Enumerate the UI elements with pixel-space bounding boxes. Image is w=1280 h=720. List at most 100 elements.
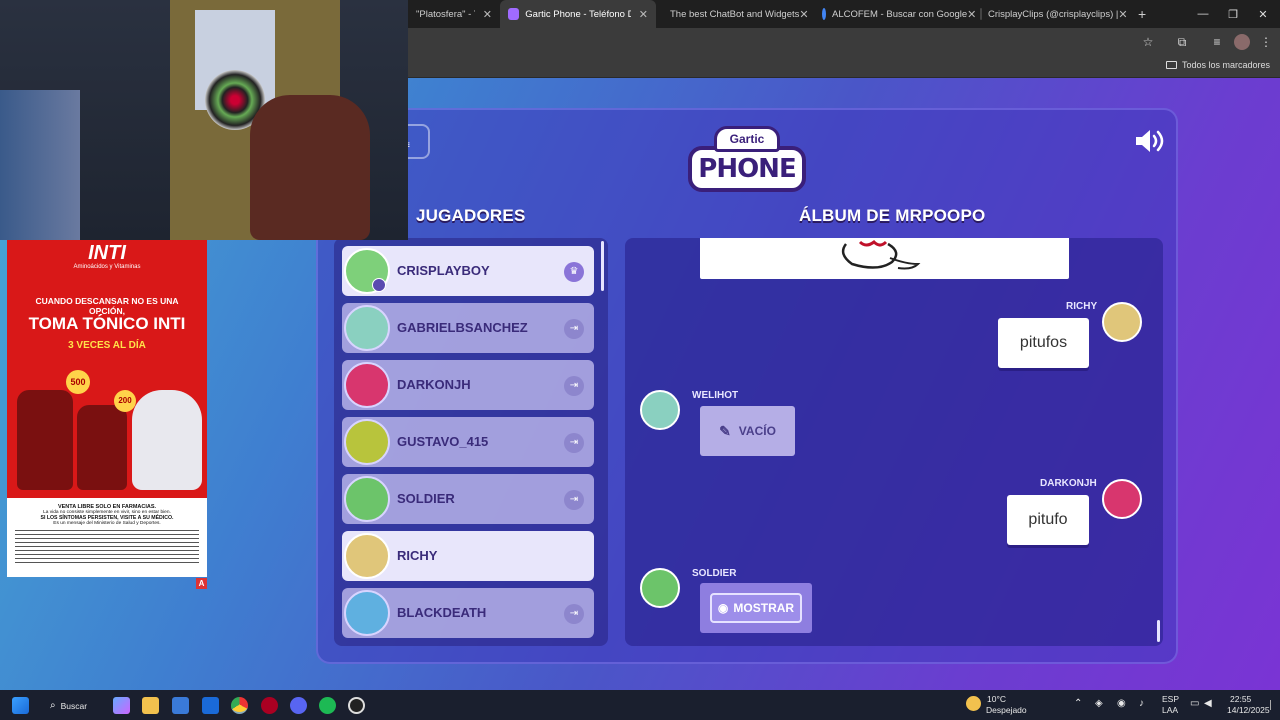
exit-icon[interactable]: ⇥	[564, 490, 584, 510]
language-code[interactable]: ESP	[1162, 694, 1179, 704]
player-name: RICHY	[397, 548, 438, 563]
close-icon[interactable]: ✕	[1118, 8, 1127, 21]
player-item[interactable]: GABRIELBSANCHEZ ⇥	[342, 303, 594, 353]
logo-phone-box: PHONE	[688, 146, 806, 192]
ad-fine-print	[15, 530, 199, 564]
empty-bubble: ✎ VACÍO	[700, 406, 795, 456]
tray-chevron-icon[interactable]: ⌃	[1074, 698, 1082, 709]
profile-avatar-icon[interactable]	[1234, 34, 1250, 50]
player-item[interactable]: SOLDIER ⇥	[342, 474, 594, 524]
guess-bubble: pitufo	[1007, 495, 1089, 545]
weather-temp: 10°C	[987, 694, 1006, 704]
ad-tagline: Aminoácidos y Vitaminas	[73, 264, 141, 270]
exit-icon[interactable]: ⇥	[564, 319, 584, 339]
folder-icon	[1165, 61, 1177, 69]
avatar	[1102, 302, 1142, 342]
file-explorer-icon[interactable]	[142, 697, 159, 714]
show-button[interactable]: ◉ MOSTRAR	[710, 593, 802, 623]
player-item[interactable]: DARKONJH ⇥	[342, 360, 594, 410]
players-title: JUGADORES	[416, 206, 526, 225]
outlook-icon[interactable]	[202, 697, 219, 714]
player-name: SOLDIER	[397, 491, 455, 506]
avatar	[344, 362, 390, 408]
crown-icon: ♛	[564, 262, 584, 282]
player-item[interactable]: GUSTAVO_415 ⇥	[342, 417, 594, 467]
ad-headline-2: TOMA TÓNICO INTI	[28, 314, 186, 333]
tab-tiktok[interactable]: CrisplayClips (@crisplayclips) | ✕	[972, 0, 1130, 28]
player-item[interactable]: CRISPLAYBOY ♛	[342, 246, 594, 296]
gartic-favicon-icon	[508, 8, 520, 20]
close-icon[interactable]: ✕	[483, 8, 492, 21]
all-bookmarks-button[interactable]: Todos los marcadores	[1165, 60, 1270, 70]
ad-badge-2: 200	[114, 390, 136, 412]
spotify-icon[interactable]	[319, 697, 336, 714]
copilot-icon[interactable]	[113, 697, 130, 714]
player-item[interactable]: RICHY	[342, 531, 594, 581]
tab-chatbot[interactable]: The best ChatBot and Widgets ✕	[656, 0, 814, 28]
star-icon[interactable]: ☆	[1140, 34, 1156, 50]
extensions-icon[interactable]: ⧉	[1174, 34, 1190, 50]
ad-headline-1: CUANDO DESCANSAR NO ES UNA OPCIÓN,	[35, 296, 179, 316]
album-scrollbar[interactable]	[1157, 620, 1160, 642]
eye-icon: ◉	[717, 601, 729, 615]
exit-icon[interactable]: ⇥	[564, 376, 584, 396]
entry-author: SOLDIER	[692, 568, 737, 579]
tab-gartic[interactable]: Gartic Phone - Teléfono De ✕	[500, 0, 656, 28]
tray-steam-icon[interactable]: ◉	[1117, 698, 1126, 709]
close-window-icon[interactable]: ✕	[1246, 0, 1280, 28]
tab-label: CrisplayClips (@crisplayclips) |	[988, 8, 1119, 20]
ad-bottle-1	[17, 390, 73, 490]
taskbar-search[interactable]: ⌕ Buscar	[50, 697, 87, 714]
show-container: ◉ MOSTRAR	[700, 583, 812, 633]
new-tab-button[interactable]: +	[1130, 0, 1154, 28]
clock-time[interactable]: 22:55	[1230, 694, 1251, 704]
network-icon[interactable]: ▭	[1190, 698, 1199, 709]
chrome-icon[interactable]	[231, 697, 248, 714]
avatar	[344, 533, 390, 579]
store-icon[interactable]	[172, 697, 189, 714]
tray-discord-icon[interactable]: ◈	[1095, 698, 1103, 709]
obs-icon[interactable]	[348, 697, 365, 714]
tab-youtube[interactable]: "Platosfera" - You ✕	[408, 0, 500, 28]
webcam-light	[0, 90, 80, 240]
volume-icon[interactable]: ◀	[1204, 698, 1212, 709]
avatar	[344, 476, 390, 522]
tray-mic-icon[interactable]: ♪	[1139, 698, 1144, 709]
players-scrollbar[interactable]	[601, 241, 604, 291]
player-name: CRISPLAYBOY	[397, 263, 490, 278]
clock-date[interactable]: 14/12/2025	[1227, 705, 1270, 715]
ad-headline-3: 3 VECES AL DÍA	[68, 340, 146, 351]
tab-label: Gartic Phone - Teléfono De	[525, 8, 631, 20]
windows-start-icon[interactable]	[12, 697, 29, 714]
app-icon[interactable]	[261, 697, 278, 714]
logo-phone-text: PHONE	[698, 154, 796, 184]
players-list[interactable]: CRISPLAYBOY ♛ GABRIELBSANCHEZ ⇥ DARKONJH…	[334, 238, 608, 646]
exit-icon[interactable]: ⇥	[564, 433, 584, 453]
speaker-icon[interactable]	[1134, 128, 1166, 154]
tab-label: ALCOFEM - Buscar con Google	[832, 8, 968, 20]
close-icon[interactable]: ✕	[799, 8, 808, 21]
ad-brand: INTI	[88, 242, 126, 264]
reading-list-icon[interactable]: ≡	[1209, 34, 1225, 50]
discord-icon[interactable]	[290, 697, 307, 714]
maximize-icon[interactable]: ❐	[1216, 0, 1250, 28]
chatbot-favicon-icon	[661, 11, 667, 17]
advertisement[interactable]: INTI Aminoácidos y Vitaminas CUANDO DESC…	[7, 240, 207, 577]
guess-bubble: pitufos	[998, 318, 1089, 368]
tab-google[interactable]: ALCOFEM - Buscar con Google ✕	[814, 0, 976, 28]
ad-choices-icon[interactable]: A	[196, 578, 207, 589]
ad-badge-1: 500	[66, 370, 90, 394]
menu-dots-icon[interactable]: ⋮	[1258, 34, 1274, 50]
language-layout[interactable]: LAA	[1162, 705, 1178, 715]
exit-icon[interactable]: ⇥	[564, 604, 584, 624]
close-icon[interactable]: ✕	[639, 8, 648, 21]
gartic-phone-logo: PHONE Gartic	[688, 124, 806, 196]
webcam-person	[250, 95, 370, 240]
notification-icon[interactable]	[1270, 700, 1276, 710]
player-item[interactable]: BLACKDEATH ⇥	[342, 588, 594, 638]
minimize-icon[interactable]: —	[1186, 0, 1220, 28]
avatar	[640, 568, 680, 608]
avatar	[344, 305, 390, 351]
empty-label: VACÍO	[738, 424, 776, 438]
avatar	[1102, 479, 1142, 519]
